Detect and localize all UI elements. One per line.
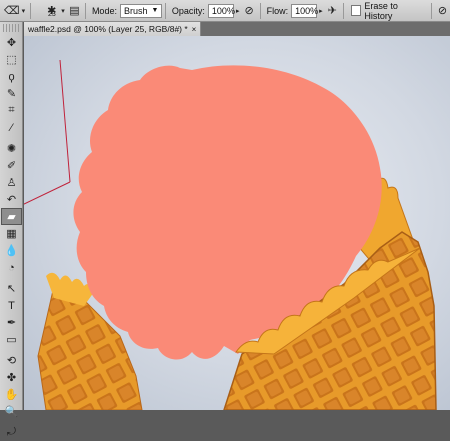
path-selection-icon: ↖ — [6, 283, 17, 295]
erase-to-history-label: Erase to History — [364, 0, 398, 21]
airbrush-icon[interactable]: ✈ — [325, 3, 340, 19]
move-tool[interactable]: ✥ — [1, 34, 22, 51]
eyedropper-tool[interactable]: ⁄ — [1, 119, 22, 136]
clone-stamp-icon: ♙ — [6, 177, 17, 189]
brush-icon: ✐ — [6, 160, 17, 172]
tools-panel: ✥ ⬚ ϙ ✎ ⌗ ⁄ ✺ ✐ ♙ ↶ ▰ ▦ 💧 ◔ ↖ T ✒ ▭ ⟲ ✤ ✋ 🔍 ⤾ — [0, 22, 23, 438]
pressure-size-icon[interactable]: ⊘ — [435, 3, 450, 19]
opacity-value: 100% — [211, 5, 235, 16]
shape-icon: ▭ — [6, 334, 17, 346]
mode-label: Mode: — [91, 5, 117, 16]
history-brush-icon: ↶ — [6, 194, 17, 206]
quick-selection-tool[interactable]: ✎ — [1, 85, 22, 102]
blur-tool[interactable]: 💧 — [1, 242, 22, 259]
path-guide-line — [59, 59, 71, 183]
spot-healing-icon: ✺ — [6, 143, 17, 155]
blur-icon: 💧 — [4, 245, 19, 257]
divider — [164, 2, 166, 19]
document-canvas[interactable] — [24, 36, 450, 410]
divider — [342, 2, 344, 19]
clone-stamp-tool[interactable]: ♙ — [1, 174, 22, 191]
divider — [84, 2, 86, 19]
close-icon[interactable]: × — [192, 25, 197, 34]
crop-tool[interactable]: ⌗ — [1, 102, 22, 119]
erase-to-history-checkbox[interactable] — [350, 5, 362, 16]
swap-colors[interactable]: ⤾ — [1, 424, 22, 441]
marquee-tool[interactable]: ⬚ — [1, 51, 22, 68]
eyedropper-icon: ⁄ — [10, 121, 13, 134]
pen-icon: ✒ — [6, 317, 17, 329]
chevron-down-icon[interactable]: ▾ — [59, 3, 67, 19]
chevron-down-icon[interactable]: ▾ — [20, 3, 28, 19]
gradient-tool[interactable]: ▦ — [1, 225, 22, 242]
history-brush-tool[interactable]: ↶ — [1, 191, 22, 208]
hand-tool[interactable]: ✋ — [1, 386, 22, 403]
flow-label: Flow: — [266, 5, 289, 16]
path-selection-tool[interactable]: ↖ — [1, 280, 22, 297]
gradient-icon: ▦ — [6, 228, 17, 240]
quick-selection-icon: ✎ — [6, 88, 17, 100]
shape-tool[interactable]: ▭ — [1, 331, 22, 348]
3d-orbit-icon: ✤ — [6, 372, 17, 384]
type-tool[interactable]: T — [1, 297, 22, 314]
mode-select[interactable]: Brush ▼ — [119, 3, 162, 18]
3d-rotate-tool[interactable]: ⟲ — [1, 352, 22, 369]
crop-icon: ⌗ — [8, 104, 15, 116]
spot-healing-tool[interactable]: ✺ — [1, 140, 22, 157]
marquee-icon: ⬚ — [6, 54, 17, 66]
document-tab[interactable]: waffle2.psd @ 100% (Layer 25, RGB/8#) * … — [24, 22, 202, 36]
brush-panel-toggle-icon[interactable]: ▤ — [67, 3, 82, 19]
opacity-input[interactable]: 100% — [207, 3, 235, 18]
pen-tool[interactable]: ✒ — [1, 314, 22, 331]
eraser-preset-icon[interactable]: ⌫ — [4, 3, 20, 19]
options-bar: ⌫ ▾ ✱ 23 ▾ ▤ Mode: Brush ▼ Opacity: 100% … — [0, 0, 450, 22]
swap-colors-icon: ⤾ — [6, 426, 17, 438]
eraser-icon: ▰ — [7, 211, 16, 223]
panel-grip[interactable] — [3, 24, 19, 32]
dodge-icon: ◔ — [8, 261, 15, 274]
dodge-tool[interactable]: ◔ — [1, 259, 22, 276]
3d-rotate-icon: ⟲ — [6, 355, 17, 367]
zoom-icon: 🔍 — [4, 406, 19, 418]
divider — [430, 2, 432, 19]
chevron-right-icon[interactable]: ▸ — [234, 3, 242, 19]
type-icon: T — [8, 299, 15, 312]
divider — [259, 2, 261, 19]
document-tab-strip: waffle2.psd @ 100% (Layer 25, RGB/8#) * … — [24, 22, 450, 36]
mode-value: Brush — [123, 5, 148, 16]
flow-value: 100% — [295, 5, 319, 16]
path-guide-line — [24, 181, 71, 205]
hand-icon: ✋ — [4, 389, 19, 401]
artwork — [24, 59, 437, 410]
3d-orbit-tool[interactable]: ✤ — [1, 369, 22, 386]
document-tab-title: waffle2.psd @ 100% (Layer 25, RGB/8#) * — [28, 24, 188, 34]
flow-input[interactable]: 100% — [291, 3, 319, 18]
move-icon: ✥ — [6, 37, 17, 49]
chevron-down-icon: ▼ — [151, 7, 159, 14]
tool-list: ✥ ⬚ ϙ ✎ ⌗ ⁄ ✺ ✐ ♙ ↶ ▰ ▦ 💧 ◔ ↖ T ✒ ▭ ⟲ ✤ ✋ 🔍 ⤾ — [0, 34, 22, 441]
lasso-tool[interactable]: ϙ — [1, 68, 22, 85]
eraser-tool[interactable]: ▰ — [1, 208, 22, 225]
zoom-tool[interactable]: 🔍 — [1, 403, 22, 420]
brush-tool[interactable]: ✐ — [1, 157, 22, 174]
chevron-right-icon[interactable]: ▸ — [317, 3, 325, 19]
lasso-icon: ϙ — [8, 70, 15, 83]
opacity-label: Opacity: — [171, 5, 205, 16]
brush-size-value: 23 — [48, 11, 56, 18]
pressure-opacity-icon[interactable]: ⊘ — [242, 3, 257, 19]
divider — [30, 2, 32, 19]
